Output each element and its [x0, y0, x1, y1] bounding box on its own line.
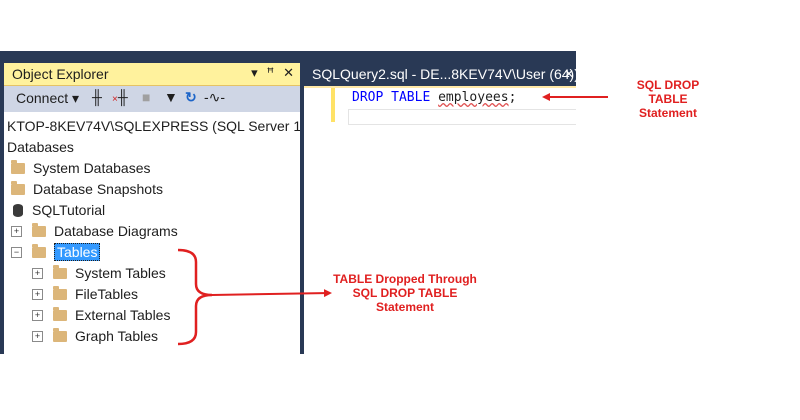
annotation-drop-table-statement: SQL DROP TABLE Statement	[616, 78, 720, 120]
annotation-text: TABLE Dropped Through	[333, 272, 477, 286]
annotation-text: Statement	[375, 300, 434, 314]
annotation-overlay	[177, 93, 608, 346]
annotation-text: Statement	[638, 106, 697, 120]
bracket-tables	[177, 248, 213, 346]
arrow-to-tables-note	[211, 289, 332, 298]
annotation-table-dropped: TABLE Dropped Through SQL DROP TABLE Sta…	[330, 272, 480, 314]
annotation-text: SQL DROP TABLE	[352, 286, 458, 300]
annotation-text: SQL DROP TABLE	[636, 78, 700, 106]
